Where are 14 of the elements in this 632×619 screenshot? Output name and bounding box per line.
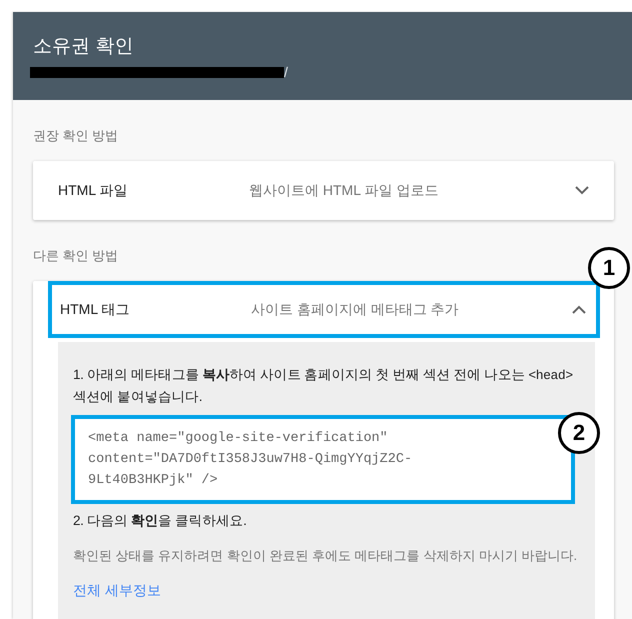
callout-number: 1: [588, 247, 630, 289]
chevron-up-icon: [572, 305, 586, 314]
callout-number: 2: [558, 412, 600, 454]
method-row[interactable]: HTML 태그 사이트 홈페이지에 메타태그 추가: [48, 281, 600, 338]
section-label: 권장 확인 방법: [33, 128, 118, 143]
instruction-text: 2. 다음의 확인을 클릭하세요.: [73, 512, 248, 530]
note-text: 확인된 상태를 유지하려면 확인이 완료된 후에도 메타태그를 삭제하지 마시기 바랍니다.: [73, 547, 578, 565]
meta-tag-code[interactable]: <meta name="google-site-verification" content="DA7D0ftI358J3uw7H8-QimgYYqjZ2C- 9Lt40B3HKPjk" />: [71, 415, 575, 504]
section-label: 다른 확인 방법: [33, 248, 118, 263]
method-row[interactable]: HTML 파일 웹사이트에 HTML 파일 업로드: [33, 161, 614, 220]
chevron-down-icon: [575, 186, 589, 195]
instruction-text: 1. 아래의 메타태그를 복사하여 사이트 홈페이지의 첫 번째 섹션 전에 나오는 <head> 섹션에 붙여넣습니다.: [73, 366, 574, 406]
dialog-title: 소유권 확인: [33, 35, 134, 59]
site-url: /: [284, 64, 288, 80]
